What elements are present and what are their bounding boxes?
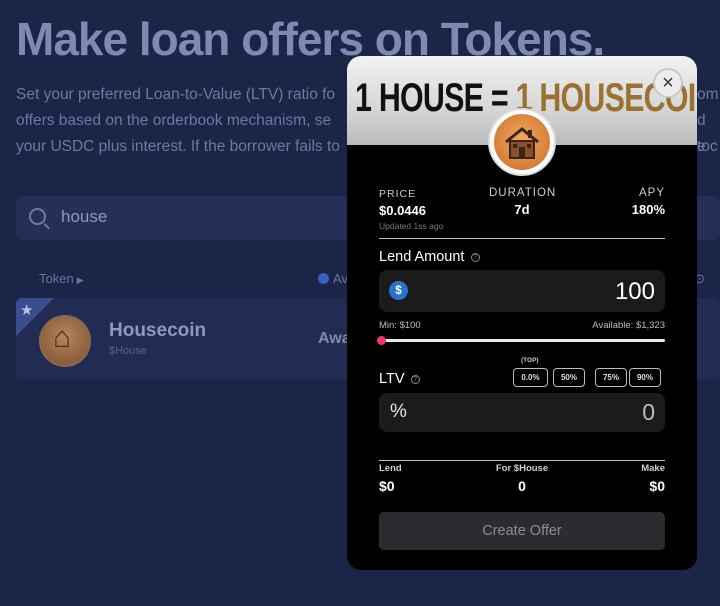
close-button[interactable]: × — [653, 68, 683, 98]
column-header-available-label: Av — [333, 271, 348, 286]
available-value: Awa — [318, 330, 351, 347]
column-header-token[interactable]: Token ▶ — [39, 271, 84, 286]
ltv-preset-button[interactable]: 75% — [595, 368, 627, 387]
ltv-label: LTV ? — [379, 371, 420, 387]
price-updated: Updated 1ss ago — [379, 221, 444, 231]
token-symbol: $House — [109, 345, 147, 357]
column-header-token-label: Token — [39, 271, 74, 286]
duration-label: DURATION — [489, 187, 557, 199]
offer-stats: PRICE $0.0446 Updated 1ss ago DURATION 7… — [379, 187, 665, 239]
apy-value: 180% — [631, 202, 665, 217]
ltv-preset-button[interactable]: 0.0% — [513, 368, 548, 387]
divider — [379, 238, 665, 239]
search-icon — [29, 208, 46, 225]
min-amount: Min: $100 — [379, 320, 421, 331]
banner-text-part1: 1 HOUSE = — [355, 76, 516, 120]
house-icon — [505, 127, 539, 159]
offer-summary: Lend $0 For $House 0 Make $0 — [379, 463, 665, 499]
lend-amount-label: Lend Amount ? — [379, 249, 480, 265]
create-offer-button[interactable]: Create Offer — [379, 512, 665, 550]
description-fragment: om — [697, 86, 719, 103]
slider-thumb[interactable] — [377, 336, 386, 345]
available-amount: Available: $1,323 — [592, 320, 665, 331]
summary-for-label: For $House — [495, 463, 549, 474]
lend-amount-input[interactable]: $ 100 — [379, 270, 665, 312]
ltv-preset-button[interactable]: 90% — [629, 368, 661, 387]
ltv-input[interactable]: % 0 — [379, 393, 665, 432]
percent-sign: % — [390, 401, 407, 422]
apy-label: APY — [638, 187, 665, 199]
summary-make-value: $0 — [649, 478, 665, 494]
info-dot-icon — [318, 273, 329, 284]
sort-arrow-icon: ▶ — [76, 275, 84, 285]
star-icon[interactable]: ★ — [20, 301, 33, 319]
lend-limits: Min: $100 Available: $1,323 — [379, 320, 665, 331]
info-icon[interactable]: ? — [410, 375, 420, 384]
column-header-available: Av — [318, 271, 348, 286]
price-label: PRICE — [379, 188, 417, 200]
token-name: Housecoin — [109, 320, 207, 341]
summary-for-value: 0 — [518, 478, 526, 494]
lend-amount-value: 100 — [614, 278, 655, 305]
loan-offer-modal: 1 HOUSE = 1 HOUSECOIN × PRICE $0.0446 Up… — [347, 56, 697, 570]
token-avatar — [39, 315, 91, 367]
token-logo — [488, 108, 556, 176]
lend-amount-slider[interactable] — [377, 336, 665, 345]
summary-lend-value: $0 — [379, 478, 395, 494]
usdc-icon: $ — [389, 281, 408, 300]
summary-lend-label: Lend — [379, 463, 402, 474]
ltv-label-text: LTV — [379, 371, 405, 387]
price-value: $0.0446 — [379, 203, 426, 218]
description-fragment: e c — [697, 138, 718, 155]
search-value: house — [61, 207, 108, 226]
top-tag: (TOP) — [521, 357, 539, 364]
duration-value: 7d — [514, 202, 530, 217]
summary-make-label: Make — [641, 463, 665, 474]
info-icon[interactable]: ? — [470, 253, 480, 262]
ltv-preset-button[interactable]: 50% — [553, 368, 585, 387]
ltv-value: 0 — [642, 399, 655, 425]
lend-amount-label-text: Lend Amount — [379, 249, 465, 265]
divider — [379, 460, 665, 461]
